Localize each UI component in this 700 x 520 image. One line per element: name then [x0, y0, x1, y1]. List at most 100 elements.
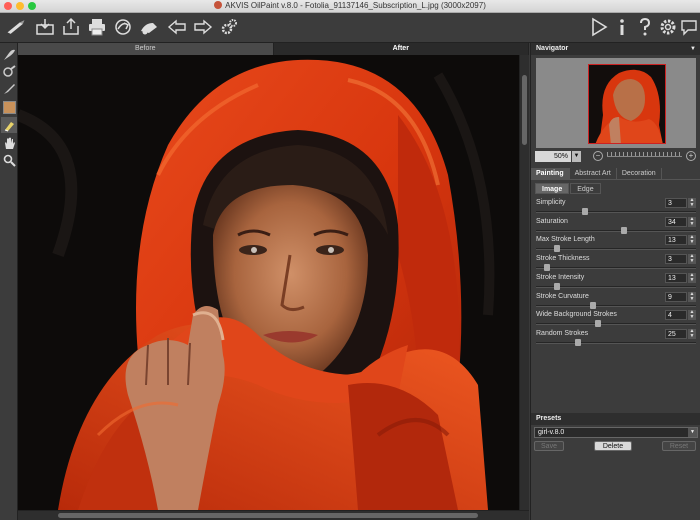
param-value-input[interactable]: 9 [665, 291, 687, 302]
param-slider-knob[interactable] [582, 208, 589, 215]
tab-abstract-art[interactable]: Abstract Art [570, 168, 617, 179]
chevron-down-icon[interactable]: ▼ [688, 428, 697, 437]
param-row: Stroke Curvature 9 ▲ ▼ [535, 291, 697, 311]
param-label: Stroke Curvature [536, 292, 589, 300]
param-slider-track[interactable] [536, 267, 696, 270]
navigator-title: Navigator [536, 45, 569, 52]
zoom-dropdown-arrow-icon[interactable]: ▼ [572, 151, 581, 162]
title-bar: AKVIS OilPaint v.8.0 - Fotolia_91137146_… [0, 0, 700, 13]
panel-menu-arrow-icon[interactable]: ▼ [690, 43, 696, 55]
param-label: Stroke Intensity [536, 273, 585, 281]
param-row: Stroke Intensity 13 ▲ ▼ [535, 272, 697, 292]
param-slider-track[interactable] [536, 304, 696, 307]
tab-decoration[interactable]: Decoration [617, 168, 662, 179]
param-slider-track[interactable] [536, 211, 696, 213]
preset-select[interactable]: girl-v.8.0 ▼ [534, 427, 698, 438]
param-slider-knob[interactable] [554, 282, 561, 290]
param-slider-knob[interactable] [554, 245, 561, 253]
param-value-input[interactable]: 13 [665, 235, 687, 246]
panel-tabs: Painting Abstract Art Decoration [531, 168, 700, 180]
vertical-scroll-thumb[interactable] [522, 75, 527, 145]
save-icon[interactable] [60, 16, 82, 38]
eraser-icon[interactable] [1, 117, 17, 133]
tab-after[interactable]: After [273, 43, 529, 55]
horizontal-scroll-thumb[interactable] [58, 513, 478, 518]
param-stepper[interactable]: ▲ ▼ [688, 272, 696, 283]
vertical-scrollbar[interactable] [519, 55, 529, 510]
tab-before[interactable]: Before [18, 43, 274, 55]
param-stepper[interactable]: ▲ ▼ [688, 328, 696, 339]
param-slider-knob[interactable] [574, 338, 581, 346]
preferences-icon[interactable] [657, 16, 679, 38]
reset-preset-button[interactable]: Reset [662, 441, 696, 451]
param-stepper[interactable]: ▲ ▼ [688, 310, 696, 321]
app-logo-icon [214, 1, 223, 9]
presets-header: Presets [531, 413, 700, 425]
save-preset-button[interactable]: Save [534, 441, 564, 451]
tab-painting[interactable]: Painting [531, 168, 570, 179]
run-icon[interactable] [588, 16, 610, 38]
param-value-input[interactable]: 13 [665, 272, 687, 283]
window-title: AKVIS OilPaint v.8.0 - Fotolia_91137146_… [225, 1, 486, 10]
param-label: Wide Background Strokes [536, 311, 617, 319]
param-stepper[interactable]: ▲ ▼ [688, 198, 696, 208]
forward-arrow-icon[interactable] [192, 16, 214, 38]
param-stepper[interactable]: ▲ ▼ [688, 254, 696, 265]
presets-title: Presets [536, 415, 562, 422]
oil-painting-image [18, 55, 519, 510]
param-slider-knob[interactable] [620, 226, 627, 234]
tube-icon[interactable] [1, 63, 17, 79]
param-label: Simplicity [536, 199, 566, 206]
param-value-input[interactable]: 34 [665, 216, 687, 227]
image-canvas[interactable] [18, 55, 519, 510]
param-value-input[interactable]: 25 [665, 328, 687, 339]
zoom-value[interactable]: 50% [535, 151, 571, 162]
horizontal-scrollbar[interactable] [18, 510, 529, 520]
settings-panel: Navigator ▼ 50% ▼ − + Painting Abstract … [530, 43, 700, 520]
batch-icon[interactable] [138, 16, 160, 38]
param-value-input[interactable]: 3 [665, 254, 687, 265]
help-icon[interactable] [634, 16, 656, 38]
param-slider-knob[interactable] [589, 301, 596, 309]
param-label: Saturation [536, 217, 568, 225]
share-icon[interactable] [112, 16, 134, 38]
zoom-icon[interactable] [1, 152, 17, 168]
param-slider-track[interactable] [536, 341, 696, 344]
hair-brush-icon[interactable] [1, 46, 17, 62]
preset-selected-value: girl-v.8.0 [538, 429, 565, 436]
param-slider-knob[interactable] [543, 264, 550, 272]
window-title-wrap: AKVIS OilPaint v.8.0 - Fotolia_91137146_… [0, 1, 700, 10]
param-row: Stroke Thickness 3 ▲ ▼ [535, 254, 697, 273]
param-stepper[interactable]: ▲ ▼ [688, 235, 696, 246]
param-slider-track[interactable] [536, 229, 696, 232]
settings-gears-icon[interactable] [218, 16, 240, 38]
view-tabs: Before After [18, 43, 529, 55]
param-stepper[interactable]: ▲ ▼ [688, 291, 696, 302]
param-slider-track[interactable] [536, 323, 696, 326]
main-toolbar [0, 13, 700, 43]
back-arrow-icon[interactable] [166, 16, 188, 38]
zoom-slider[interactable] [607, 156, 682, 157]
param-value-input[interactable]: 4 [665, 310, 687, 321]
tab-image[interactable]: Image [535, 183, 570, 194]
zoom-out-icon[interactable]: − [593, 151, 603, 161]
hint-icon[interactable] [678, 16, 700, 38]
param-row: Random Strokes 25 ▲ ▼ [535, 328, 697, 348]
open-icon[interactable] [34, 16, 56, 38]
param-label: Random Strokes [536, 329, 589, 337]
color-swatch[interactable] [1, 99, 17, 115]
param-slider-knob[interactable] [594, 320, 601, 328]
paintbrush-icon[interactable] [1, 80, 17, 96]
hand-icon[interactable] [1, 135, 17, 151]
zoom-in-icon[interactable]: + [686, 151, 696, 161]
info-icon[interactable] [611, 16, 633, 38]
delete-preset-button[interactable]: Delete [594, 441, 632, 451]
navigator-preview[interactable] [536, 58, 696, 148]
param-value-input[interactable]: 3 [665, 198, 687, 208]
param-stepper[interactable]: ▲ ▼ [688, 216, 696, 227]
navigator-thumbnail[interactable] [588, 64, 666, 144]
param-row: Wide Background Strokes 4 ▲ ▼ [535, 310, 697, 329]
print-icon[interactable] [86, 16, 108, 38]
tab-edge[interactable]: Edge [570, 183, 601, 194]
navigator-header: Navigator ▼ [531, 43, 700, 55]
